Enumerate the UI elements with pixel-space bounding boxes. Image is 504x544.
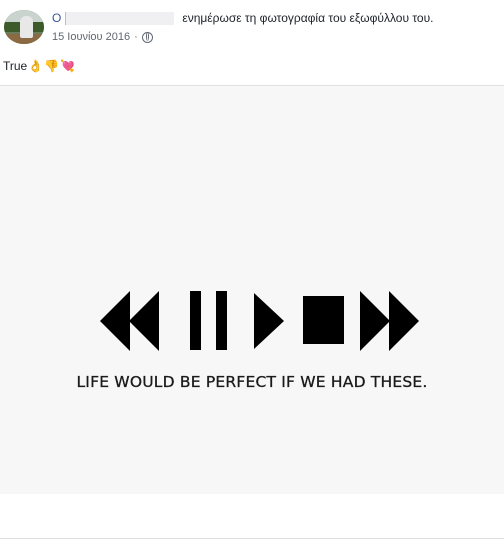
cover-tagline: LIFE WOULD BE PERFECT IF WE HAD THESE. xyxy=(76,373,428,391)
pause-icon xyxy=(190,291,227,350)
facebook-post: Ο ενημέρωσε τη φωτογραφία του εξωφύλλου … xyxy=(0,0,504,544)
author-avatar[interactable] xyxy=(4,10,44,44)
redacted-name-block xyxy=(65,11,175,25)
globe-icon[interactable] xyxy=(141,31,153,43)
meta-separator: · xyxy=(134,31,138,43)
post-title-line: Ο ενημέρωσε τη φωτογραφία του εξωφύλλου … xyxy=(52,10,433,26)
thumbs-down-emoji: 👎 xyxy=(44,59,60,73)
avatar-person xyxy=(20,16,33,38)
author-name[interactable]: Ο xyxy=(52,11,61,25)
post-action-text: ενημέρωσε τη φωτογραφία του εξωφύλλου το… xyxy=(182,11,434,25)
post-date[interactable]: 15 Ιουνίου 2016 xyxy=(52,31,130,43)
cover-photo[interactable]: LIFE WOULD BE PERFECT IF WE HAD THESE. xyxy=(0,86,504,494)
heart-arrow-emoji: 💘 xyxy=(60,59,76,73)
post-caption: True 👌 👎 💘 xyxy=(3,59,75,73)
ok-hand-emoji: 👌 xyxy=(28,59,44,73)
media-controls-graphic xyxy=(100,291,419,351)
caption-text: True xyxy=(3,59,28,73)
rewind-icon xyxy=(100,291,159,351)
fast-forward-icon xyxy=(360,291,419,351)
stop-icon xyxy=(303,296,344,344)
post-meta: 15 Ιουνίου 2016 · xyxy=(52,31,153,43)
divider xyxy=(0,538,504,539)
play-icon xyxy=(254,293,284,349)
post-header: Ο ενημέρωσε τη φωτογραφία του εξωφύλλου … xyxy=(0,0,504,52)
